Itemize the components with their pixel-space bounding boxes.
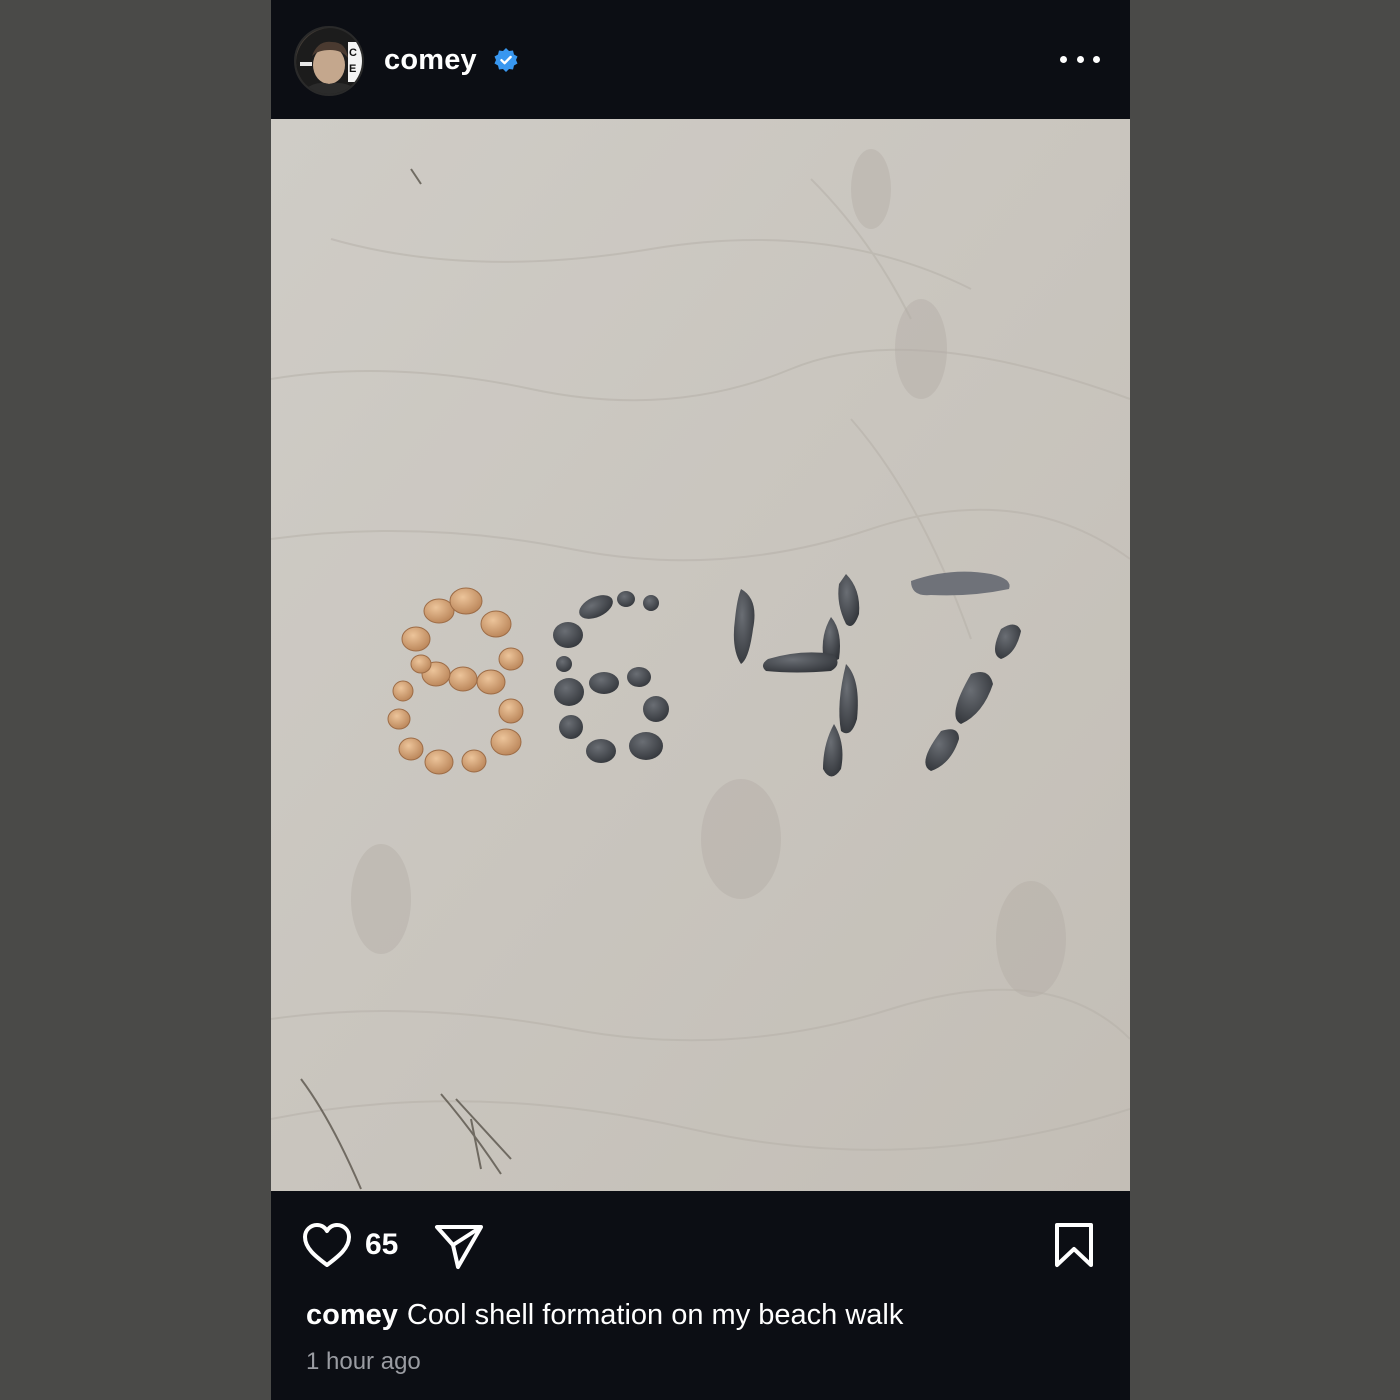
more-dot [1076,55,1084,63]
post-actions: 65 [271,1191,1130,1301]
post-image[interactable] [271,119,1130,1191]
post-username[interactable]: comey [384,40,477,80]
post-header: C E comey [271,0,1130,119]
svg-text:E: E [349,63,356,75]
bookmark-icon[interactable] [1052,1221,1096,1269]
more-options-button[interactable] [1060,44,1100,74]
svg-text:C: C [349,47,357,59]
avatar[interactable]: C E [294,26,364,96]
post-timestamp: 1 hour ago [306,1348,421,1375]
caption-text: Cool shell formation on my beach walk [406,1299,904,1331]
verified-badge-icon [494,48,518,72]
post-caption: comey Cool shell formation on my beach wa… [306,1296,1106,1334]
more-dot [1060,55,1067,63]
heart-icon[interactable] [301,1221,353,1269]
paper-plane-icon[interactable] [433,1221,485,1271]
instagram-post: C E comey 65 comey Cool shell formation … [271,0,1130,1400]
avatar-image: C E [296,28,362,94]
beach-photo [271,119,1130,1191]
caption-username[interactable]: comey [306,1299,398,1331]
more-dot [1093,55,1100,63]
like-count[interactable]: 65 [365,1227,398,1263]
